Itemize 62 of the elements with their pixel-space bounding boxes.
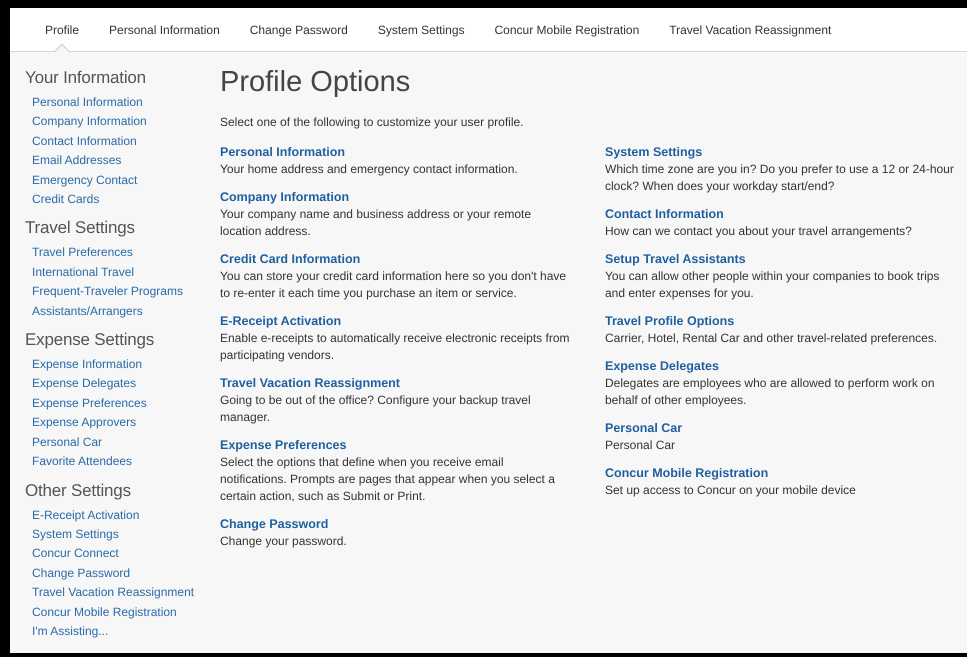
option-link[interactable]: Contact Information — [605, 206, 724, 223]
sidebar-link[interactable]: Travel Vacation Reassignment — [32, 583, 194, 603]
option-description: Enable e-receipts to automatically receive electronic receipts from participating vendors. — [220, 330, 570, 364]
option-description: Your company name and business address or your remote location address. — [220, 206, 532, 240]
option-link[interactable]: System Settings — [605, 144, 702, 161]
sidebar-link[interactable]: Credit Cards — [32, 190, 100, 210]
section-heading: Your Information — [25, 68, 147, 88]
sidebar-link[interactable]: Emergency Contact — [32, 170, 138, 190]
sidebar-link[interactable]: I'm Assisting... — [32, 622, 108, 642]
section-heading: Other Settings — [25, 480, 132, 500]
tab[interactable]: System Settings — [362, 8, 480, 51]
sidebar-link[interactable]: Expense Approvers — [32, 413, 136, 433]
sidebar-link[interactable]: Travel Preferences — [32, 243, 133, 263]
sidebar-link[interactable]: Expense Delegates — [32, 374, 136, 394]
sidebar-link[interactable]: Company Information — [32, 112, 147, 132]
sidebar-link[interactable]: Concur Connect — [32, 544, 119, 564]
option-description: Going to be out of the office? Configure your backup travel manager. — [220, 392, 532, 426]
tab[interactable]: Personal Information — [94, 8, 235, 51]
intro-text: Select one of the following to customize your user profile. — [220, 114, 524, 131]
option-link[interactable]: Personal Car — [605, 420, 682, 437]
option-description: Personal Car — [605, 437, 676, 454]
option-link[interactable]: Travel Profile Options — [605, 313, 734, 330]
option-description: You can store your credit card information here so you don't have to re-enter it each time you purchase an item or service. — [220, 268, 568, 302]
sidebar-link[interactable]: Personal Information — [32, 93, 143, 112]
page-title: Profile Options — [220, 65, 412, 100]
tab[interactable]: Travel Vacation Reassignment — [654, 8, 846, 51]
option-link[interactable]: E-Receipt Activation — [220, 313, 342, 330]
option-description: Change your password. — [220, 533, 348, 550]
option-description: Delegates are employees who are allowed to perform work on behalf of other employees. — [605, 375, 936, 409]
sidebar-link[interactable]: Email Addresses — [32, 151, 122, 171]
option-description: Select the options that define when you receive email notifications. Prompts are pages that appear when you select a certain action, such as Submit or Print. — [220, 454, 556, 505]
tab[interactable]: Concur Mobile Registration — [480, 8, 654, 51]
option-description: Your home address and emergency contact information. — [220, 161, 519, 178]
option-link[interactable]: Personal Information — [220, 144, 346, 161]
sidebar-link[interactable]: Personal Car — [32, 432, 102, 452]
option-description: Carrier, Hotel, Rental Car and other travel-related preferences. — [605, 330, 938, 347]
option-link[interactable]: Company Information — [220, 189, 350, 206]
sidebar-link[interactable]: Expense Information — [32, 355, 142, 374]
option-description: Set up access to Concur on your mobile device — [605, 482, 857, 499]
sidebar-link[interactable]: Assistants/Arrangers — [32, 302, 143, 322]
sidebar-link[interactable]: Change Password — [32, 564, 130, 584]
option-link[interactable]: Setup Travel Assistants — [605, 251, 746, 268]
section-heading: Travel Settings — [25, 218, 136, 238]
tab[interactable]: Change Password — [234, 8, 363, 51]
option-link[interactable]: Expense Delegates — [605, 358, 719, 375]
option-link[interactable]: Change Password — [220, 516, 328, 533]
option-link[interactable]: Credit Card Information — [220, 251, 360, 268]
sidebar-link[interactable]: System Settings — [32, 524, 119, 544]
option-description: Which time zone are you in? Do you prefer to use a 12 or 24-hour clock? When does your workday start/end? — [605, 161, 955, 195]
sidebar-link[interactable]: E-Receipt Activation — [32, 506, 140, 525]
option-description: How can we contact you about your travel arrangements? — [605, 223, 913, 240]
option-link[interactable]: Concur Mobile Registration — [605, 465, 768, 482]
sidebar-link[interactable]: Contact Information — [32, 132, 137, 152]
option-link[interactable]: Expense Preferences — [220, 437, 346, 454]
sidebar-link[interactable]: Frequent-Traveler Programs — [32, 282, 183, 302]
option-link[interactable]: Travel Vacation Reassignment — [220, 375, 400, 392]
sidebar-link[interactable]: International Travel — [32, 262, 134, 282]
section-heading: Expense Settings — [25, 330, 156, 350]
sidebar-link[interactable]: Concur Mobile Registration — [32, 602, 177, 622]
sidebar-link[interactable]: Expense Preferences — [32, 394, 147, 414]
sidebar-link[interactable]: Favorite Attendees — [32, 452, 132, 472]
option-description: You can allow other people within your companies to book trips and enter expenses for you. — [605, 268, 940, 302]
